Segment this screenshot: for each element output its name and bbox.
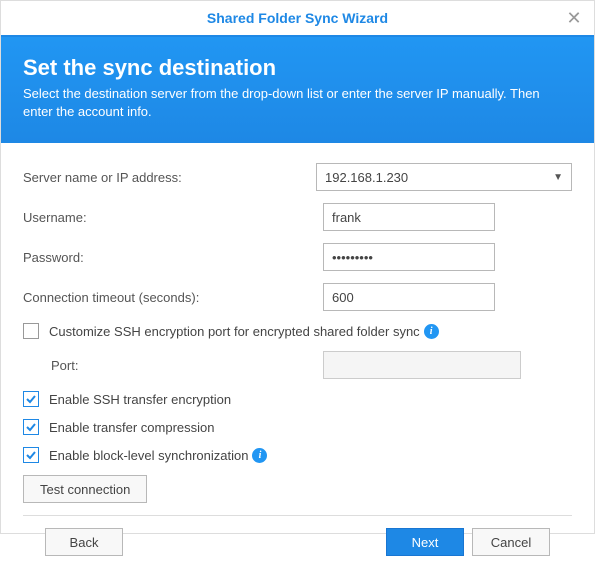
- page-subtitle: Select the destination server from the d…: [23, 85, 572, 121]
- enable-block-label: Enable block-level synchronization: [49, 448, 248, 463]
- server-value: 192.168.1.230: [325, 170, 408, 185]
- port-label: Port:: [51, 358, 323, 373]
- enable-ssh-checkbox[interactable]: [23, 391, 39, 407]
- next-button[interactable]: Next: [386, 528, 464, 556]
- username-label: Username:: [23, 210, 323, 225]
- enable-compression-checkbox[interactable]: [23, 419, 39, 435]
- chevron-down-icon: ▼: [553, 172, 563, 183]
- timeout-label: Connection timeout (seconds):: [23, 290, 323, 305]
- timeout-input[interactable]: [323, 283, 495, 311]
- customize-ssh-checkbox[interactable]: [23, 323, 39, 339]
- enable-ssh-label: Enable SSH transfer encryption: [49, 392, 231, 407]
- password-label: Password:: [23, 250, 323, 265]
- window-title: Shared Folder Sync Wizard: [207, 10, 388, 26]
- titlebar: Shared Folder Sync Wizard ✕: [1, 1, 594, 37]
- server-select[interactable]: 192.168.1.230 ▼: [316, 163, 572, 191]
- customize-ssh-label: Customize SSH encryption port for encryp…: [49, 324, 420, 339]
- form-content: Server name or IP address: 192.168.1.230…: [1, 143, 594, 503]
- server-label: Server name or IP address:: [23, 170, 316, 185]
- info-icon[interactable]: i: [424, 324, 439, 339]
- back-button[interactable]: Back: [45, 528, 123, 556]
- enable-block-checkbox[interactable]: [23, 447, 39, 463]
- username-input[interactable]: [323, 203, 495, 231]
- wizard-footer: Back Next Cancel: [23, 515, 572, 568]
- page-title: Set the sync destination: [23, 55, 572, 81]
- enable-compression-label: Enable transfer compression: [49, 420, 214, 435]
- password-input[interactable]: [323, 243, 495, 271]
- close-icon[interactable]: ✕: [564, 9, 584, 29]
- cancel-button[interactable]: Cancel: [472, 528, 550, 556]
- test-connection-button[interactable]: Test connection: [23, 475, 147, 503]
- info-icon[interactable]: i: [252, 448, 267, 463]
- port-input: [323, 351, 521, 379]
- wizard-header: Set the sync destination Select the dest…: [1, 37, 594, 143]
